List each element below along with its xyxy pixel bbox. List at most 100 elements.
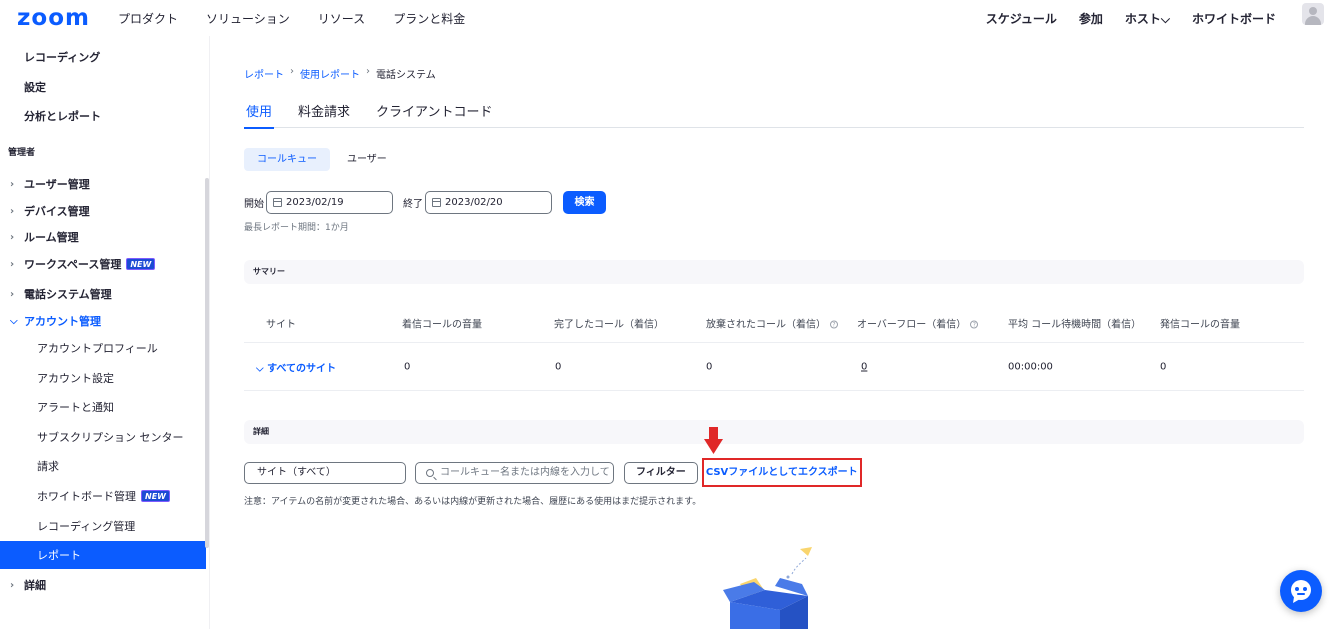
search-icon bbox=[426, 468, 434, 477]
avatar-head-shape bbox=[1309, 7, 1317, 15]
sidebar-item-device-management[interactable]: › デバイス管理 bbox=[0, 201, 206, 221]
cell-avg-wait: 00:00:00 bbox=[1008, 361, 1053, 372]
sidebar-item-account-management[interactable]: ⌵ アカウント管理 bbox=[0, 311, 206, 331]
details-section-header: 詳細 bbox=[244, 420, 1304, 444]
summary-table: サイト 着信コールの音量 完了したコール（着信） 放棄されたコール（着信）? オ… bbox=[244, 304, 1304, 391]
chat-bot-icon bbox=[1291, 580, 1311, 603]
breadcrumb-reports[interactable]: レポート bbox=[244, 66, 284, 81]
sidebar-item-analytics[interactable]: 分析とレポート bbox=[0, 106, 206, 126]
chevron-down-icon: ⌵ bbox=[256, 363, 264, 374]
col-overflow-label: オーバーフロー（着信） bbox=[857, 319, 967, 331]
segment-call-queue[interactable]: コールキュー bbox=[244, 148, 330, 171]
nav-right: スケジュール 参加 ホスト⌵ ホワイトボード bbox=[964, 10, 1276, 27]
col-incoming-volume: 着信コールの音量 bbox=[402, 319, 482, 331]
nav-left: プロダクト ソリューション リソース プランと料金 bbox=[118, 10, 493, 27]
start-date-label: 開始 bbox=[244, 199, 264, 210]
breadcrumb: レポート › 使用レポート › 電話システム bbox=[244, 66, 436, 81]
tab-billing[interactable]: 料金請求 bbox=[296, 98, 352, 128]
chevron-right-icon: › bbox=[10, 288, 15, 300]
sidebar-item-reports[interactable]: レポート bbox=[0, 541, 206, 569]
site-select[interactable]: サイト（すべて） bbox=[244, 461, 406, 484]
chevron-right-icon: › bbox=[10, 258, 15, 270]
sidebar: レコーディング 設定 分析とレポート 管理者 › ユーザー管理 › デバイス管理… bbox=[0, 36, 210, 629]
col-overflow: オーバーフロー（着信）? bbox=[857, 316, 979, 331]
filter-button[interactable]: フィルター bbox=[624, 461, 698, 484]
info-icon[interactable]: ? bbox=[970, 320, 979, 329]
nav-products[interactable]: プロダクト bbox=[118, 10, 178, 27]
sidebar-item-room-management[interactable]: › ルーム管理 bbox=[0, 227, 206, 247]
sidebar-item-recordings[interactable]: レコーディング bbox=[0, 47, 206, 67]
cell-overflow[interactable]: 0 bbox=[861, 361, 867, 372]
avatar[interactable] bbox=[1302, 3, 1324, 25]
nav-schedule[interactable]: スケジュール bbox=[986, 10, 1057, 27]
cell-outgoing-volume: 0 bbox=[1160, 361, 1167, 372]
export-csv-link[interactable]: CSVファイルとしてエクスポート bbox=[701, 458, 862, 487]
avatar-body-shape bbox=[1305, 16, 1321, 25]
sidebar-item-label: アカウント管理 bbox=[24, 315, 101, 328]
sidebar-item-alerts[interactable]: アラートと通知 bbox=[0, 397, 206, 417]
zoom-logo[interactable]: zoom bbox=[17, 5, 90, 31]
empty-box-illustration bbox=[723, 547, 812, 629]
date-range-row: 開始 2023/02/19 終了 2023/02/20 検索 bbox=[244, 191, 606, 214]
sidebar-item-subscription-center[interactable]: サブスクリプション センター bbox=[0, 427, 206, 447]
sidebar-admin-header: 管理者 bbox=[8, 148, 36, 158]
chevron-right-icon: › bbox=[10, 205, 15, 217]
new-badge: NEW bbox=[141, 490, 170, 502]
calendar-icon bbox=[432, 198, 441, 207]
cell-completed-calls: 0 bbox=[555, 361, 562, 372]
nav-resources[interactable]: リソース bbox=[318, 10, 365, 27]
sidebar-item-account-settings[interactable]: アカウント設定 bbox=[0, 368, 206, 388]
sidebar-item-account-profile[interactable]: アカウントプロフィール bbox=[0, 338, 206, 358]
breadcrumb-usage-reports[interactable]: 使用レポート bbox=[300, 66, 360, 81]
col-avg-wait: 平均 コール待機時間（着信） bbox=[1008, 319, 1142, 331]
info-icon[interactable]: ? bbox=[830, 320, 838, 329]
sidebar-item-whiteboard-management[interactable]: ホワイトボード管理 NEW bbox=[0, 486, 206, 506]
sidebar-item-recording-management[interactable]: レコーディング管理 bbox=[0, 516, 206, 536]
search-button[interactable]: 検索 bbox=[563, 191, 606, 214]
sidebar-item-label: ワークスペース管理 bbox=[24, 258, 122, 271]
calendar-icon bbox=[273, 198, 282, 207]
start-date-value: 2023/02/19 bbox=[286, 197, 344, 208]
sidebar-item-label: ユーザー管理 bbox=[24, 178, 90, 191]
table-row: ⌵ すべてのサイト 0 0 0 0 00:00:00 0 bbox=[244, 343, 1304, 391]
chat-button[interactable] bbox=[1280, 570, 1322, 612]
nav-whiteboard[interactable]: ホワイトボード bbox=[1192, 10, 1276, 27]
report-tabs: 使用 料金請求 クライアントコード bbox=[244, 98, 1304, 129]
sidebar-item-workspace-management[interactable]: › ワークスペース管理 NEW bbox=[0, 254, 206, 274]
nav-join[interactable]: 参加 bbox=[1079, 10, 1103, 27]
tab-usage[interactable]: 使用 bbox=[244, 98, 275, 129]
all-sites-label: すべてのサイト bbox=[267, 363, 336, 374]
breadcrumb-separator: › bbox=[366, 66, 370, 77]
cell-incoming-volume: 0 bbox=[404, 361, 411, 372]
sidebar-item-billing[interactable]: 請求 bbox=[0, 456, 206, 476]
col-outgoing-volume: 発信コールの音量 bbox=[1160, 319, 1240, 331]
col-abandoned-calls: 放棄されたコール（着信）? bbox=[706, 316, 838, 331]
start-date-input[interactable]: 2023/02/19 bbox=[266, 191, 393, 214]
end-date-input[interactable]: 2023/02/20 bbox=[425, 191, 552, 214]
summary-table-header: サイト 着信コールの音量 完了したコール（着信） 放棄されたコール（着信）? オ… bbox=[244, 304, 1304, 343]
end-date-label: 終了 bbox=[403, 199, 423, 210]
sidebar-item-user-management[interactable]: › ユーザー管理 bbox=[0, 174, 206, 194]
sidebar-item-settings[interactable]: 設定 bbox=[0, 77, 206, 97]
call-queue-search-placeholder: コールキュー名または内線を入力して bbox=[440, 466, 610, 478]
call-queue-search-input[interactable]: コールキュー名または内線を入力して bbox=[415, 461, 614, 484]
sidebar-item-phone-system-management[interactable]: › 電話システム管理 bbox=[0, 284, 206, 304]
history-note: 注意：アイテムの名前が変更された場合、あるいは内線が更新された場合、履歴にある使… bbox=[244, 497, 702, 507]
nav-host[interactable]: ホスト⌵ bbox=[1125, 10, 1170, 27]
segment-users[interactable]: ユーザー bbox=[334, 148, 400, 171]
sidebar-item-label: 電話システム管理 bbox=[24, 288, 112, 301]
cell-abandoned-calls: 0 bbox=[706, 361, 713, 372]
tab-client-code[interactable]: クライアントコード bbox=[374, 98, 494, 128]
sidebar-item-advanced[interactable]: › 詳細 bbox=[0, 575, 206, 595]
all-sites-toggle[interactable]: ⌵ すべてのサイト bbox=[256, 359, 336, 374]
sidebar-item-label: デバイス管理 bbox=[24, 205, 90, 218]
chevron-down-icon: ⌵ bbox=[10, 315, 18, 327]
chevron-right-icon: › bbox=[10, 178, 15, 190]
summary-section-header: サマリー bbox=[244, 260, 1304, 284]
sidebar-scrollbar[interactable] bbox=[205, 178, 209, 548]
sidebar-item-label: ホワイトボード管理 bbox=[37, 490, 136, 503]
nav-solutions[interactable]: ソリューション bbox=[206, 10, 290, 27]
max-period-hint: 最長レポート期間：1か月 bbox=[244, 223, 349, 233]
nav-pricing[interactable]: プランと料金 bbox=[393, 10, 465, 27]
col-completed-calls: 完了したコール（着信） bbox=[554, 319, 664, 331]
